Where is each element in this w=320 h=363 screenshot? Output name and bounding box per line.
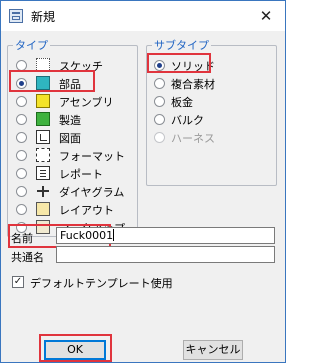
format-icon	[36, 148, 50, 162]
common-name-label: 共通名	[11, 251, 44, 264]
radio-button[interactable]	[16, 132, 27, 143]
highlight-part	[9, 70, 95, 92]
subtype-option-label: バルク	[171, 114, 204, 127]
layout-icon	[36, 202, 50, 216]
drawing-icon	[36, 130, 50, 144]
type-group-legend: タイプ	[15, 39, 48, 52]
type-option-label: アセンブリ	[59, 96, 114, 109]
report-icon	[36, 166, 50, 180]
radio-button[interactable]	[154, 96, 165, 107]
name-input-value: Fuck0001	[60, 229, 114, 242]
type-option-label: 製造	[59, 114, 81, 127]
subtype-option-label: 複合素材	[171, 78, 215, 91]
radio-button[interactable]	[16, 204, 27, 215]
subtype-option-label: 板金	[171, 96, 193, 109]
radio-button[interactable]	[16, 96, 27, 107]
common-name-input[interactable]	[56, 246, 275, 263]
radio-button[interactable]	[16, 150, 27, 161]
type-option-format[interactable]: フォーマット	[16, 147, 126, 165]
type-option-diagram[interactable]: ダイヤグラム	[16, 183, 126, 201]
type-option-label: フォーマット	[59, 150, 125, 163]
app-icon	[9, 9, 23, 23]
text-caret	[113, 229, 115, 241]
close-icon[interactable]: ✕	[255, 6, 277, 26]
ok-button[interactable]: OK	[44, 340, 106, 360]
type-option-label: ダイヤグラム	[59, 186, 125, 199]
type-option-label: レポート	[59, 168, 103, 181]
subtype-group-legend: サブタイプ	[154, 39, 209, 52]
highlight-solid	[147, 53, 211, 73]
subtype-option-harness: ハーネス	[154, 129, 264, 147]
cancel-button[interactable]: キャンセル	[183, 340, 243, 360]
radio-button-disabled	[154, 132, 165, 143]
radio-button[interactable]	[16, 186, 27, 197]
type-option-layout[interactable]: レイアウト	[16, 201, 126, 219]
type-option-report[interactable]: レポート	[16, 165, 126, 183]
radio-button[interactable]	[154, 114, 165, 125]
type-option-label: レイアウト	[59, 204, 114, 217]
type-option-drawing[interactable]: 図面	[16, 129, 126, 147]
title-bar[interactable]: 新規 ✕	[1, 1, 285, 31]
new-dialog: 新規 ✕ タイプ サブタイプ スケッチ 部品 アセンブリ 製造 図面 フォーマッ…	[0, 0, 286, 363]
radio-button[interactable]	[16, 114, 27, 125]
type-option-manufacturing[interactable]: 製造	[16, 111, 126, 129]
subtype-option-composite[interactable]: 複合素材	[154, 75, 264, 93]
subtype-option-label: ハーネス	[171, 132, 215, 145]
name-label: 名前	[11, 232, 33, 245]
subtype-option-bulk[interactable]: バルク	[154, 111, 264, 129]
name-input[interactable]: Fuck0001	[56, 227, 275, 244]
radio-button[interactable]	[16, 168, 27, 179]
radio-button[interactable]	[154, 78, 165, 89]
use-default-template-label: デフォルトテンプレート使用	[30, 277, 173, 290]
assembly-icon	[36, 94, 50, 108]
manufacturing-icon	[36, 112, 50, 126]
diagram-icon	[36, 184, 50, 198]
type-option-label: 図面	[59, 132, 81, 145]
type-option-assembly[interactable]: アセンブリ	[16, 93, 126, 111]
checkbox-checked-icon[interactable]: ✓	[12, 276, 24, 288]
subtype-option-sheetmetal[interactable]: 板金	[154, 93, 264, 111]
dialog-title: 新規	[31, 10, 56, 24]
